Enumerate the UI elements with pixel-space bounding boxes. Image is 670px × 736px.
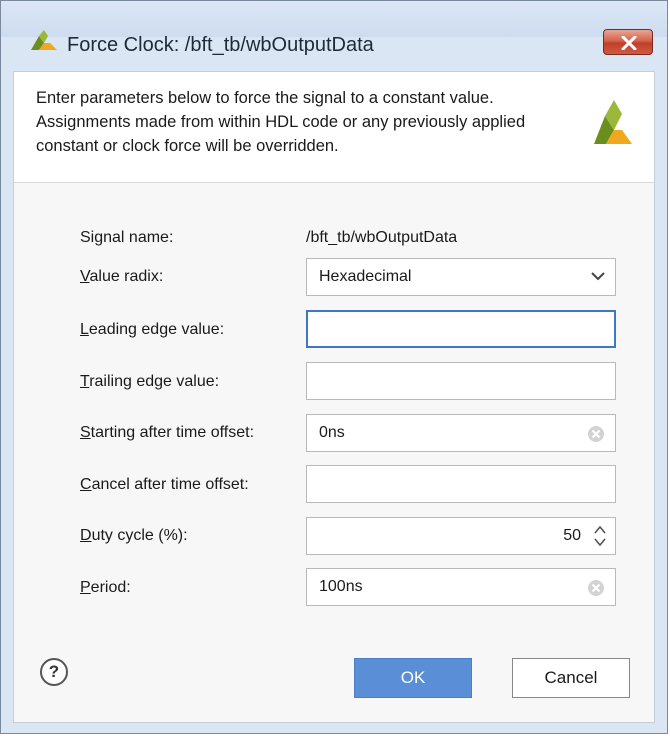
duty-cycle-value: 50: [563, 527, 581, 544]
value-radix-select[interactable]: Hexadecimal: [306, 258, 616, 296]
close-button[interactable]: [603, 29, 653, 55]
cancel-button[interactable]: Cancel: [512, 658, 630, 698]
period-label: Period:: [80, 579, 131, 596]
value-radix-label: Value radix:: [80, 268, 164, 285]
signal-name-value: /bft_tb/wbOutputData: [306, 229, 458, 246]
vivado-logo-icon: [31, 30, 57, 50]
title-bar[interactable]: [1, 1, 667, 37]
signal-name-label: Signal name:: [80, 229, 174, 246]
duty-cycle-stepper[interactable]: 50: [306, 517, 616, 555]
duty-cycle-label: Duty cycle (%):: [80, 527, 188, 544]
leading-edge-label: Leading edge value:: [80, 321, 225, 338]
trailing-edge-input[interactable]: [306, 362, 616, 400]
starting-after-label: Starting after time offset:: [80, 424, 255, 441]
starting-after-input[interactable]: 0ns: [306, 414, 616, 452]
banner-message: Enter parameters below to force the sign…: [36, 89, 526, 155]
spinner-arrows-icon[interactable]: [593, 524, 607, 548]
help-button[interactable]: ?: [40, 658, 68, 686]
force-clock-dialog: Force Clock: /bft_tb/wbOutputData Enter …: [0, 0, 668, 734]
cancel-after-input[interactable]: [306, 465, 616, 503]
dialog-content: Enter parameters below to force the sign…: [13, 71, 655, 723]
clear-icon[interactable]: [587, 579, 605, 597]
info-banner: Enter parameters below to force the sign…: [14, 72, 654, 183]
leading-edge-input[interactable]: [306, 310, 616, 348]
cancel-after-label: Cancel after time offset:: [80, 476, 249, 493]
close-x-icon: [621, 36, 637, 50]
ok-button[interactable]: OK: [354, 658, 472, 698]
vivado-logo-icon: [594, 100, 632, 144]
trailing-edge-label: Trailing edge value:: [80, 373, 220, 390]
chevron-down-icon: [591, 272, 605, 281]
period-input[interactable]: 100ns: [306, 568, 616, 606]
window-title: Force Clock: /bft_tb/wbOutputData: [67, 34, 374, 56]
clear-icon[interactable]: [587, 425, 605, 443]
value-radix-selected: Hexadecimal: [319, 268, 412, 285]
